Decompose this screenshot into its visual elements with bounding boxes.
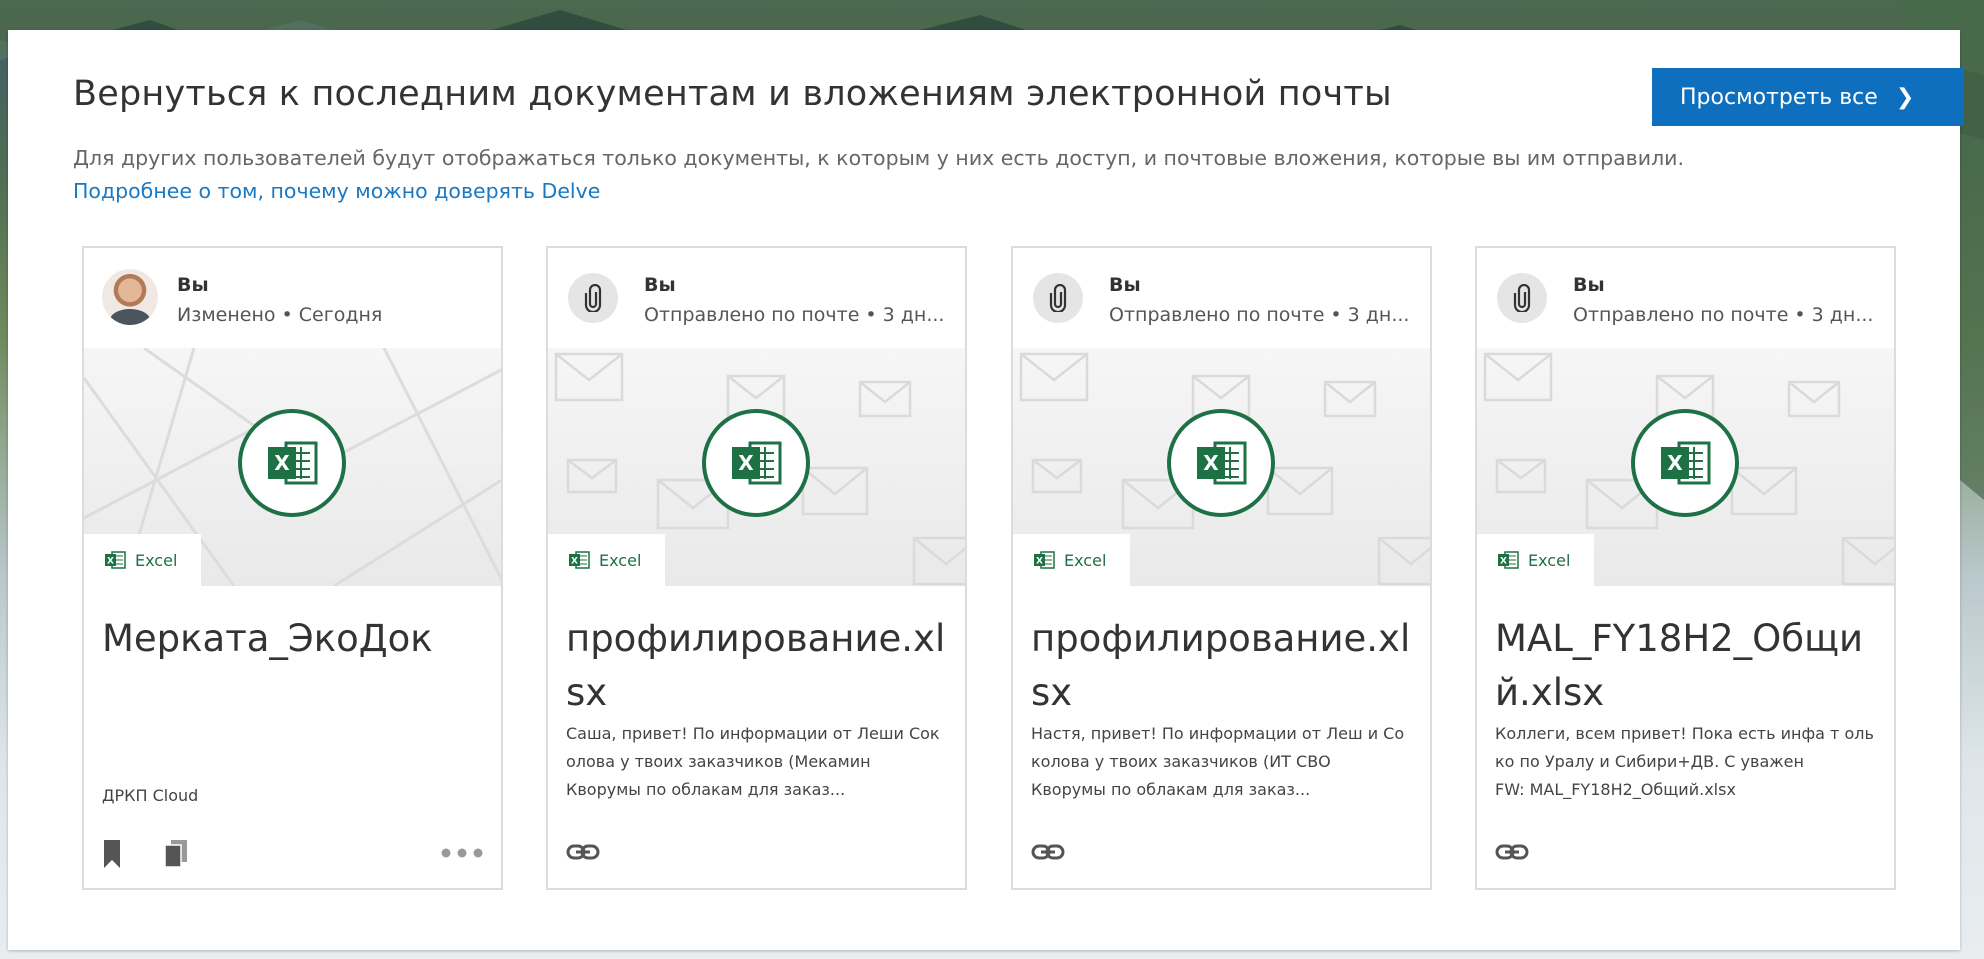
card-thumbnail[interactable]: X X Excel xyxy=(1477,348,1894,586)
card-footer xyxy=(1031,836,1412,870)
bookmark-icon[interactable] xyxy=(102,840,122,868)
copy-icon[interactable] xyxy=(164,840,188,868)
section-title: Вернуться к последним документам и вложе… xyxy=(73,74,1392,114)
view-all-label: Просмотреть все xyxy=(1680,84,1878,110)
svg-text:X: X xyxy=(107,557,114,567)
svg-text:X: X xyxy=(1203,451,1219,475)
app-badge: X Excel xyxy=(84,534,201,586)
card-source[interactable]: Кворумы по облакам для заказ... xyxy=(566,780,948,799)
excel-large-icon: X xyxy=(1631,409,1739,517)
document-card[interactable]: Вы Отправлено по почте • 3 дн... X X Exc… xyxy=(1475,246,1896,890)
svg-text:X: X xyxy=(1036,557,1043,567)
more-icon[interactable] xyxy=(441,848,483,858)
svg-text:X: X xyxy=(1667,451,1683,475)
link-icon[interactable] xyxy=(1031,844,1065,860)
card-source[interactable]: ДРКП Cloud xyxy=(102,786,484,805)
card-author[interactable]: Вы xyxy=(644,274,676,296)
card-footer xyxy=(102,836,483,870)
card-title[interactable]: MAL_FY18H2_Общий.xlsx xyxy=(1495,612,1880,720)
app-badge: X Excel xyxy=(548,534,665,586)
document-card[interactable]: Вы Отправлено по почте • 3 дн... X X Exc… xyxy=(1011,246,1432,890)
document-card[interactable]: Вы Отправлено по почте • 3 дн... X X Exc… xyxy=(546,246,967,890)
card-thumbnail[interactable]: X X Excel xyxy=(548,348,965,586)
card-preview: Коллеги, всем привет! Пока есть инфа т о… xyxy=(1495,724,1874,771)
card-title[interactable]: профилирование.xlsx xyxy=(566,612,951,720)
card-header: Вы Изменено • Сегодня xyxy=(84,248,501,348)
app-label: Excel xyxy=(135,550,178,570)
card-meta: Отправлено по почте • 3 дн... xyxy=(1109,304,1410,326)
card-author[interactable]: Вы xyxy=(177,274,209,296)
svg-text:X: X xyxy=(738,451,754,475)
excel-icon: X xyxy=(105,551,126,569)
card-header: Вы Отправлено по почте • 3 дн... xyxy=(1013,248,1430,348)
paperclip-icon xyxy=(568,273,618,323)
link-icon[interactable] xyxy=(1495,844,1529,860)
excel-icon: X xyxy=(569,551,590,569)
avatar[interactable] xyxy=(102,269,158,325)
card-thumbnail[interactable]: X X Excel xyxy=(84,348,501,586)
paperclip-icon xyxy=(1033,273,1083,323)
svg-text:X: X xyxy=(571,557,578,567)
excel-large-icon: X xyxy=(1167,409,1275,517)
card-meta: Отправлено по почте • 3 дн... xyxy=(644,304,945,326)
card-thumbnail[interactable]: X X Excel xyxy=(1013,348,1430,586)
card-header: Вы Отправлено по почте • 3 дн... xyxy=(1477,248,1894,348)
svg-text:X: X xyxy=(1500,557,1507,567)
app-label: Excel xyxy=(599,550,642,570)
card-author[interactable]: Вы xyxy=(1109,274,1141,296)
card-footer xyxy=(1495,836,1876,870)
card-header: Вы Отправлено по почте • 3 дн... xyxy=(548,248,965,348)
excel-large-icon: X xyxy=(238,409,346,517)
card-meta: Изменено • Сегодня xyxy=(177,304,383,326)
description-text: Для других пользователей будут отображат… xyxy=(73,146,1685,170)
chevron-right-icon: ❯ xyxy=(1895,84,1915,110)
card-meta: Отправлено по почте • 3 дн... xyxy=(1573,304,1874,326)
view-all-button[interactable]: Просмотреть все ❯ xyxy=(1652,68,1964,126)
app-badge: X Excel xyxy=(1013,534,1130,586)
card-title[interactable]: профилирование.xlsx xyxy=(1031,612,1416,720)
app-label: Excel xyxy=(1064,550,1107,570)
card-source[interactable]: Кворумы по облакам для заказ... xyxy=(1031,780,1413,799)
document-card[interactable]: Вы Изменено • Сегодня X X Excel Мерката_… xyxy=(82,246,503,890)
paperclip-icon xyxy=(1497,273,1547,323)
excel-icon: X xyxy=(1498,551,1519,569)
app-label: Excel xyxy=(1528,550,1571,570)
excel-icon: X xyxy=(1034,551,1055,569)
section-description: Для других пользователей будут отображат… xyxy=(73,142,1713,208)
card-source[interactable]: FW: MAL_FY18H2_Общий.xlsx xyxy=(1495,780,1877,799)
card-footer xyxy=(566,836,947,870)
card-author[interactable]: Вы xyxy=(1573,274,1605,296)
card-title[interactable]: Мерката_ЭкоДок xyxy=(102,612,487,666)
card-preview: Саша, привет! По информации от Леши Соко… xyxy=(566,724,940,771)
app-badge: X Excel xyxy=(1477,534,1594,586)
card-preview: Настя, привет! По информации от Леш и Со… xyxy=(1031,724,1405,771)
learn-more-link[interactable]: Подробнее о том, почему можно доверять D… xyxy=(73,179,600,203)
link-icon[interactable] xyxy=(566,844,600,860)
excel-large-icon: X xyxy=(702,409,810,517)
svg-text:X: X xyxy=(274,451,290,475)
